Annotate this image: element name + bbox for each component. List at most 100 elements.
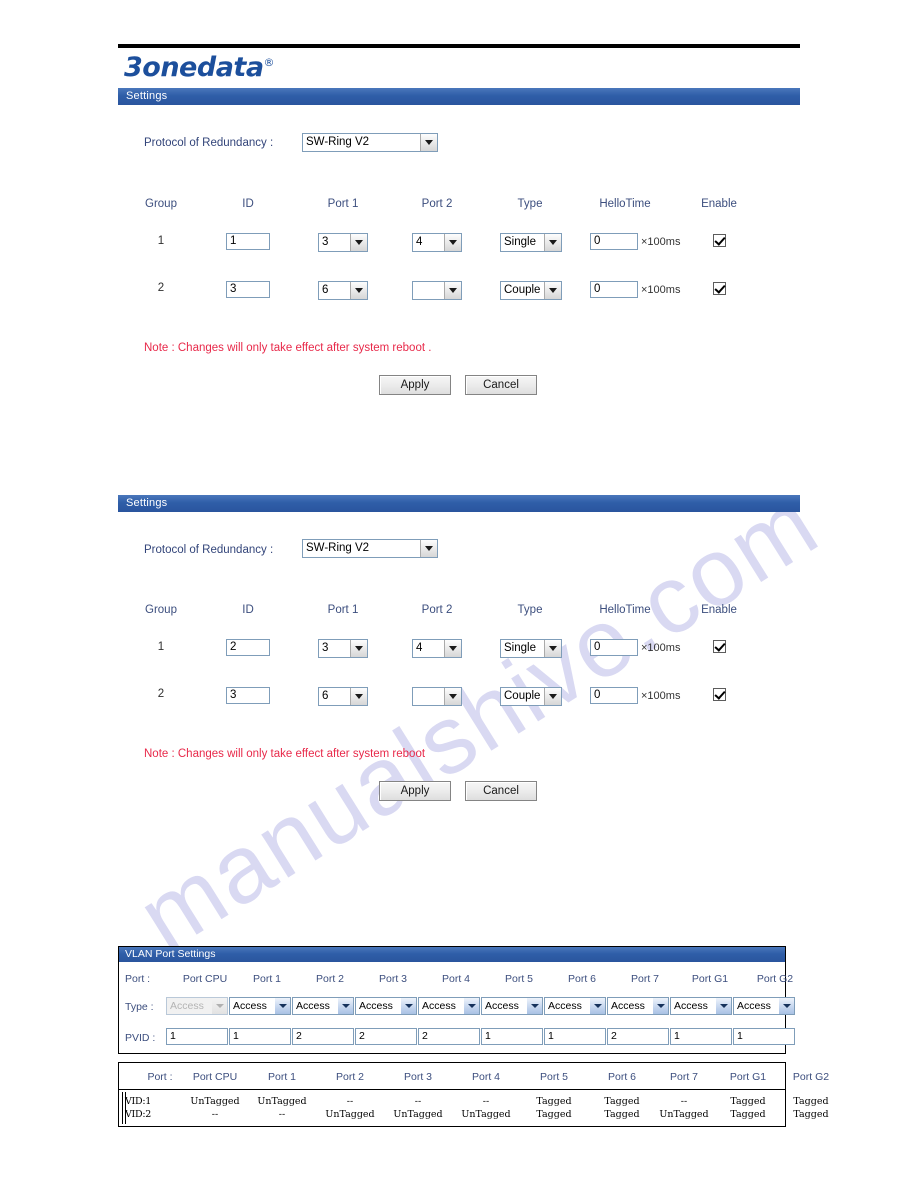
vlan-port-header-0: Port CPU bbox=[182, 973, 228, 985]
vlan-type-row: Type : Access Access Access Access Acces… bbox=[119, 992, 795, 1025]
chevron-down-icon bbox=[544, 282, 561, 299]
vlan-membership-cell-1-3: UnTagged bbox=[393, 1109, 443, 1120]
vlan-pvid-input-8[interactable]: 1 bbox=[670, 1028, 732, 1045]
vlan-type-select-2[interactable]: Access bbox=[292, 997, 354, 1015]
panel-1-protocol-value: SW-Ring V2 bbox=[306, 136, 370, 148]
document-page: 3onedata® Settings Protocol of Redundanc… bbox=[0, 0, 918, 1188]
vlan-pvid-input-9[interactable]: 1 bbox=[733, 1028, 795, 1045]
panel-2-row-1-type-select[interactable]: Single bbox=[500, 639, 562, 658]
vlan-membership-cell-1-4: UnTagged bbox=[461, 1109, 511, 1120]
vlan-membership-cell-1-1: -- bbox=[278, 1109, 286, 1120]
vlan-type-select-3[interactable]: Access bbox=[355, 997, 417, 1015]
panel-2-row-2-type-value: Couple bbox=[504, 690, 541, 702]
vlan-membership-header-row: Port : Port CPU Port 1 Port 2 Port 3 Por… bbox=[119, 1063, 829, 1090]
chevron-down-icon bbox=[401, 998, 416, 1014]
panel-2-row-2-enable-checkbox[interactable] bbox=[713, 688, 726, 701]
panel-1-row-2-port2-value bbox=[413, 282, 444, 299]
vlan-membership-body: VID:1 UnTagged UnTagged -- -- -- Tagged … bbox=[119, 1090, 829, 1126]
panel-2-row-1-id-input[interactable]: 2 bbox=[226, 639, 270, 656]
brand-name: 3onedata bbox=[124, 52, 264, 83]
vlan-pvid-input-2[interactable]: 2 bbox=[292, 1028, 354, 1045]
vlan-membership-header-4: Port 4 bbox=[471, 1071, 500, 1083]
panel-2-row-2-hellotime-input[interactable]: 0 bbox=[590, 687, 638, 704]
header-rule bbox=[118, 44, 800, 48]
vlan-type-value-3: Access bbox=[359, 1000, 393, 1012]
panel-1-row-1-group: 1 bbox=[157, 235, 165, 247]
vlan-membership-cell-0-7: -- bbox=[680, 1096, 688, 1107]
chevron-down-icon bbox=[444, 688, 461, 705]
vlan-membership-header-3: Port 3 bbox=[403, 1071, 432, 1083]
panel-2-row-2-type-select[interactable]: Couple bbox=[500, 687, 562, 706]
vlan-pvid-input-3[interactable]: 2 bbox=[355, 1028, 417, 1045]
vlan-type-select-6[interactable]: Access bbox=[544, 997, 606, 1015]
vlan-pvid-input-1[interactable]: 1 bbox=[229, 1028, 291, 1045]
panel-1-row-1-port1-select[interactable]: 3 bbox=[318, 233, 368, 252]
vlan-port-settings-panel: VLAN Port Settings Port : Port CPU Port … bbox=[118, 946, 795, 1054]
panel-1-col-port1: Port 1 bbox=[327, 198, 359, 210]
panel-2-cancel-button[interactable]: Cancel bbox=[465, 781, 537, 801]
vlan-type-select-7[interactable]: Access bbox=[607, 997, 669, 1015]
panel-2-apply-button[interactable]: Apply bbox=[379, 781, 451, 801]
panel-1-row-1-port2-select[interactable]: 4 bbox=[412, 233, 462, 252]
vlan-type-value-0: Access bbox=[170, 1000, 204, 1012]
panel-1-row-2-id-input[interactable]: 3 bbox=[226, 281, 270, 298]
vlan-port-header-6: Port 6 bbox=[567, 973, 596, 985]
panel-2-row-1-port2-select[interactable]: 4 bbox=[412, 639, 462, 658]
vlan-pvid-input-7[interactable]: 2 bbox=[607, 1028, 669, 1045]
panel-1-row-1-type-select[interactable]: Single bbox=[500, 233, 562, 252]
vlan-membership-cell-1-0: -- bbox=[211, 1109, 219, 1120]
vlan-membership-cell-0-6: Tagged bbox=[604, 1096, 640, 1107]
vlan-type-select-9[interactable]: Access bbox=[733, 997, 795, 1015]
panel-2-row-1-enable-checkbox[interactable] bbox=[713, 640, 726, 653]
panel-1-row-2-port1-select[interactable]: 6 bbox=[318, 281, 368, 300]
panel-2-row-1-hellotime-input[interactable]: 0 bbox=[590, 639, 638, 656]
vlan-membership-header-2: Port 2 bbox=[335, 1071, 364, 1083]
vlan-type-select-4[interactable]: Access bbox=[418, 997, 480, 1015]
vlan-pvid-input-0[interactable]: 1 bbox=[166, 1028, 228, 1045]
panel-1-protocol-select[interactable]: SW-Ring V2 bbox=[302, 133, 438, 152]
panel-1-row-2-group: 2 bbox=[157, 282, 165, 294]
panel-2-row-2-id-input[interactable]: 3 bbox=[226, 687, 270, 704]
vlan-type-row-label: Type : bbox=[125, 1001, 154, 1013]
panel-1-col-group: Group bbox=[145, 198, 177, 210]
panel-2-row-2-port1-select[interactable]: 6 bbox=[318, 687, 368, 706]
vlan-pvid-input-5[interactable]: 1 bbox=[481, 1028, 543, 1045]
panel-2-col-id: ID bbox=[242, 604, 254, 616]
vlan-port-header-5: Port 5 bbox=[504, 973, 533, 985]
vlan-port-header-7: Port 7 bbox=[630, 973, 659, 985]
chevron-down-icon bbox=[527, 998, 542, 1014]
panel-2-row-1-hellotime-unit: ×100ms bbox=[641, 642, 681, 654]
panel-1-row-2-enable-checkbox[interactable] bbox=[713, 282, 726, 295]
vlan-type-value-4: Access bbox=[422, 1000, 456, 1012]
panel-1-cancel-button[interactable]: Cancel bbox=[465, 375, 537, 395]
registered-trademark-icon: ® bbox=[263, 56, 275, 69]
panel-1-row-2-type-select[interactable]: Couple bbox=[500, 281, 562, 300]
panel-1-row-1-hellotime-input[interactable]: 0 bbox=[590, 233, 638, 250]
vlan-pvid-input-6[interactable]: 1 bbox=[544, 1028, 606, 1045]
panel-1-row-2-hellotime-unit: ×100ms bbox=[641, 284, 681, 296]
chevron-down-icon bbox=[275, 998, 290, 1014]
vlan-pvid-input-4[interactable]: 2 bbox=[418, 1028, 480, 1045]
panel-2-row-2-port2-select[interactable] bbox=[412, 687, 462, 706]
panel-1-row-2-type-value: Couple bbox=[504, 284, 541, 296]
panel-1-row-2-hellotime-input[interactable]: 0 bbox=[590, 281, 638, 298]
panel-1-apply-button[interactable]: Apply bbox=[379, 375, 451, 395]
panel-1-row-1-id-input[interactable]: 1 bbox=[226, 233, 270, 250]
vlan-membership-cell-0-2: -- bbox=[346, 1096, 354, 1107]
chevron-down-icon bbox=[350, 688, 367, 705]
vlan-membership-header-6: Port 6 bbox=[607, 1071, 636, 1083]
vlan-type-select-8[interactable]: Access bbox=[670, 997, 732, 1015]
chevron-down-icon bbox=[653, 998, 668, 1014]
panel-2-row-1-port1-select[interactable]: 3 bbox=[318, 639, 368, 658]
vlan-type-value-7: Access bbox=[611, 1000, 645, 1012]
panel-1-row-2-port2-select[interactable] bbox=[412, 281, 462, 300]
chevron-down-icon bbox=[590, 998, 605, 1014]
vlan-type-select-1[interactable]: Access bbox=[229, 997, 291, 1015]
panel-1-row-1-enable-checkbox[interactable] bbox=[713, 234, 726, 247]
panel-2-protocol-label: Protocol of Redundancy : bbox=[144, 544, 274, 556]
panel-2-col-port2: Port 2 bbox=[421, 604, 453, 616]
vlan-type-select-5[interactable]: Access bbox=[481, 997, 543, 1015]
vlan-pvid-row: PVID : 1 1 2 2 2 1 1 2 1 1 bbox=[119, 1025, 795, 1053]
panel-2-protocol-select[interactable]: SW-Ring V2 bbox=[302, 539, 438, 558]
vlan-type-select-0[interactable]: Access bbox=[166, 997, 228, 1015]
